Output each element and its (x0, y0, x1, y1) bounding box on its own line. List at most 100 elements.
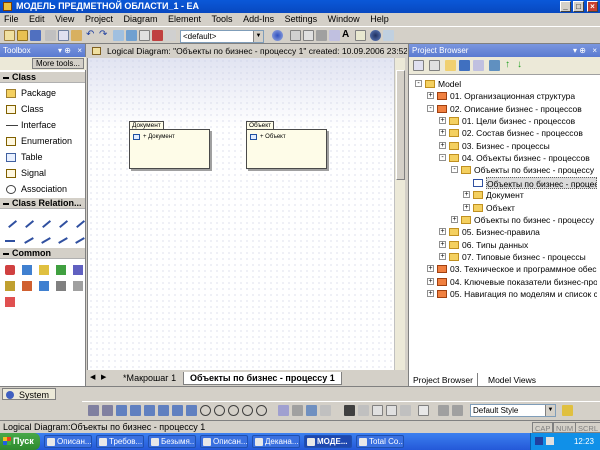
new-diagram-icon[interactable] (429, 60, 440, 71)
taskbar-item[interactable]: Описан... (200, 435, 248, 448)
tab-objects-process-1[interactable]: Объекты по бизнес - процессу 1 (183, 372, 342, 385)
settings-icon[interactable] (165, 30, 176, 41)
taskbar-item[interactable]: Total Co... (356, 435, 404, 448)
expand-icon[interactable]: + (439, 117, 446, 125)
common-section-header[interactable]: Common (0, 248, 85, 259)
tab-project-browser[interactable]: Project Browser (408, 373, 478, 387)
tab-model-views[interactable]: Model Views (484, 373, 540, 387)
border-icon[interactable] (400, 405, 411, 416)
open-icon[interactable] (17, 30, 28, 41)
expand-icon[interactable]: + (463, 191, 470, 199)
constraint-tool-icon[interactable] (73, 281, 83, 291)
taskbar-item[interactable]: Требов... (96, 435, 144, 448)
print-icon[interactable] (113, 30, 124, 41)
lock-icon[interactable] (306, 405, 317, 416)
layout-icon[interactable] (272, 30, 283, 41)
same-size-icon[interactable] (186, 405, 197, 416)
pin-icon[interactable]: ▾ ⊕ (573, 44, 586, 57)
expand-icon[interactable]: + (439, 252, 446, 260)
more-tools-button[interactable]: More tools... (31, 58, 84, 69)
menu-project[interactable]: Project (81, 13, 117, 26)
pen-icon[interactable] (383, 30, 394, 41)
properties-icon[interactable] (473, 60, 484, 71)
collapse-icon[interactable]: - (415, 80, 422, 87)
delete-icon[interactable] (152, 30, 163, 41)
align-center-icon[interactable] (130, 405, 141, 416)
tool-enumeration[interactable]: Enumeration (3, 134, 72, 149)
find-icon[interactable] (126, 30, 137, 41)
move-down-icon[interactable]: ↓ (517, 60, 528, 71)
tree-node[interactable]: Объекты по бизнес - процессу 2 (474, 214, 597, 226)
expand-icon[interactable]: + (439, 129, 446, 137)
usage-icon[interactable] (54, 230, 68, 244)
zoom-100-icon[interactable] (242, 405, 253, 416)
copy-style-icon[interactable] (320, 405, 331, 416)
requirement-tool-icon[interactable] (73, 265, 83, 275)
line-width-icon[interactable] (358, 405, 369, 416)
tree-node[interactable]: 04. Объекты бизнес - процессов (462, 152, 590, 164)
expand-icon[interactable]: + (439, 141, 446, 149)
compose-icon[interactable] (53, 213, 69, 229)
tree-node[interactable]: Model (438, 78, 461, 90)
issue-tool-icon[interactable] (5, 281, 15, 291)
menu-diagram[interactable]: Diagram (119, 13, 161, 26)
tool-association[interactable]: Association (3, 182, 67, 197)
menu-element[interactable]: Element (164, 13, 205, 26)
system-tab[interactable]: System (2, 388, 57, 400)
link-tool-icon[interactable] (39, 281, 49, 291)
menu-edit[interactable]: Edit (25, 13, 49, 26)
new-package-icon[interactable] (413, 60, 424, 71)
minimize-button[interactable]: _ (560, 1, 571, 12)
paste-icon[interactable] (71, 30, 82, 41)
tree-node[interactable]: Объект (486, 202, 515, 214)
tool-package[interactable]: Package (3, 86, 56, 101)
tree-node[interactable]: 05. Навигация по моделям и список сокращ… (450, 288, 597, 300)
menu-view[interactable]: View (51, 13, 78, 26)
zoom-in-icon[interactable] (200, 405, 211, 416)
start-button[interactable]: Пуск (0, 433, 40, 450)
tree-node[interactable]: 02. Состав бизнес - процессов (462, 127, 583, 139)
font-color-icon[interactable] (386, 405, 397, 416)
tree-node[interactable]: 05. Бизнес-правила (462, 226, 540, 238)
style-picker-icon[interactable] (452, 405, 463, 416)
menu-tools[interactable]: Tools (208, 13, 237, 26)
taskbar-item-active[interactable]: МОДЕ... (304, 435, 352, 448)
diagram-vertical-scrollbar[interactable] (394, 58, 405, 370)
maximize-button[interactable]: □ (573, 1, 584, 12)
save-icon[interactable] (459, 60, 470, 71)
text-icon[interactable]: A (342, 30, 353, 41)
zoom-page-icon[interactable] (256, 405, 267, 416)
tree-node[interactable]: 03. Бизнес - процессы (462, 140, 550, 152)
collapse-icon[interactable]: - (451, 166, 458, 174)
menu-help[interactable]: Help (366, 13, 393, 26)
pin-icon[interactable]: ▾ ⊕ (58, 44, 71, 57)
style-apply-icon[interactable] (562, 405, 573, 416)
zoom-fit-icon[interactable] (228, 405, 239, 416)
align-right-icon[interactable] (144, 405, 155, 416)
artifact-tool-icon[interactable] (56, 265, 66, 275)
tab-macrostep[interactable]: *Макрошаг 1 (117, 372, 183, 385)
nesting-icon[interactable] (20, 230, 34, 244)
undo-icon[interactable]: ↶ (86, 30, 97, 41)
close-icon[interactable]: × (77, 44, 82, 57)
expand-icon[interactable]: + (439, 228, 446, 236)
tree-node[interactable]: 03. Техническое и программное обеспечени… (450, 263, 597, 275)
realize-icon[interactable] (5, 232, 15, 242)
change-tool-icon[interactable] (22, 281, 32, 291)
taskbar-item[interactable]: Декана... (252, 435, 300, 448)
taskbar-item[interactable]: Описан... (44, 435, 92, 448)
text-tool-icon[interactable] (22, 265, 32, 275)
expand-icon[interactable]: + (451, 215, 458, 223)
help-icon[interactable] (370, 30, 381, 41)
zoom-out-icon[interactable] (214, 405, 225, 416)
close-button[interactable]: × (587, 1, 598, 12)
chevron-down-icon[interactable]: ▼ (253, 31, 263, 42)
menu-settings[interactable]: Settings (281, 13, 322, 26)
find-icon[interactable] (489, 60, 500, 71)
fill-color-icon[interactable] (372, 405, 383, 416)
note-tool-icon[interactable] (5, 265, 15, 275)
aggregate-icon[interactable] (36, 213, 52, 229)
hyperlink-tool-icon[interactable] (56, 281, 66, 291)
cut-icon[interactable] (45, 30, 56, 41)
menu-file[interactable]: File (0, 13, 23, 26)
